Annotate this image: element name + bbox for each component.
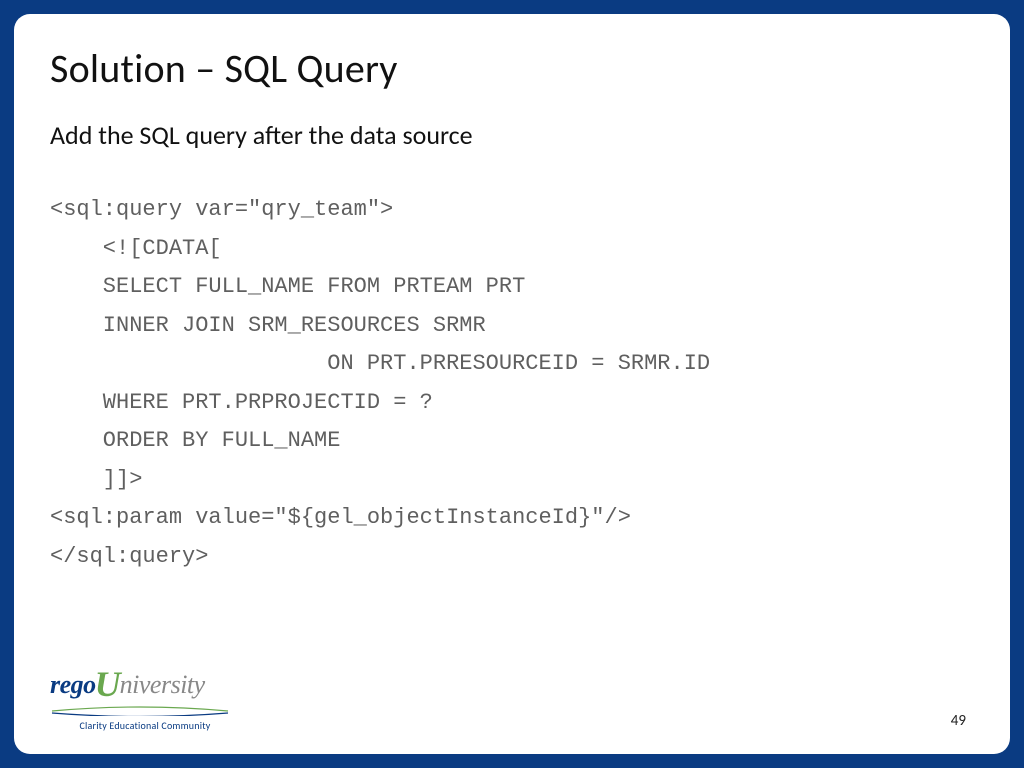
logo: regoUniversity Clarity Educational Commu… [50, 666, 240, 732]
code-block: <sql:query var="qry_team"> <![CDATA[ SEL… [50, 191, 974, 576]
logo-tagline: Clarity Educational Community [50, 719, 240, 732]
logo-text-u: U [95, 664, 121, 704]
logo-text-rego: rego [50, 670, 96, 699]
page-number: 49 [951, 712, 966, 730]
swoosh-icon [50, 706, 230, 716]
slide-subtitle: Add the SQL query after the data source [50, 119, 974, 151]
slide-title: Solution – SQL Query [50, 44, 974, 93]
logo-text-niversity: niversity [120, 670, 205, 699]
footer: regoUniversity Clarity Educational Commu… [50, 678, 974, 738]
slide-content: Solution – SQL Query Add the SQL query a… [14, 14, 1010, 754]
slide-frame: Solution – SQL Query Add the SQL query a… [0, 0, 1024, 768]
logo-wordmark: regoUniversity [50, 666, 240, 702]
